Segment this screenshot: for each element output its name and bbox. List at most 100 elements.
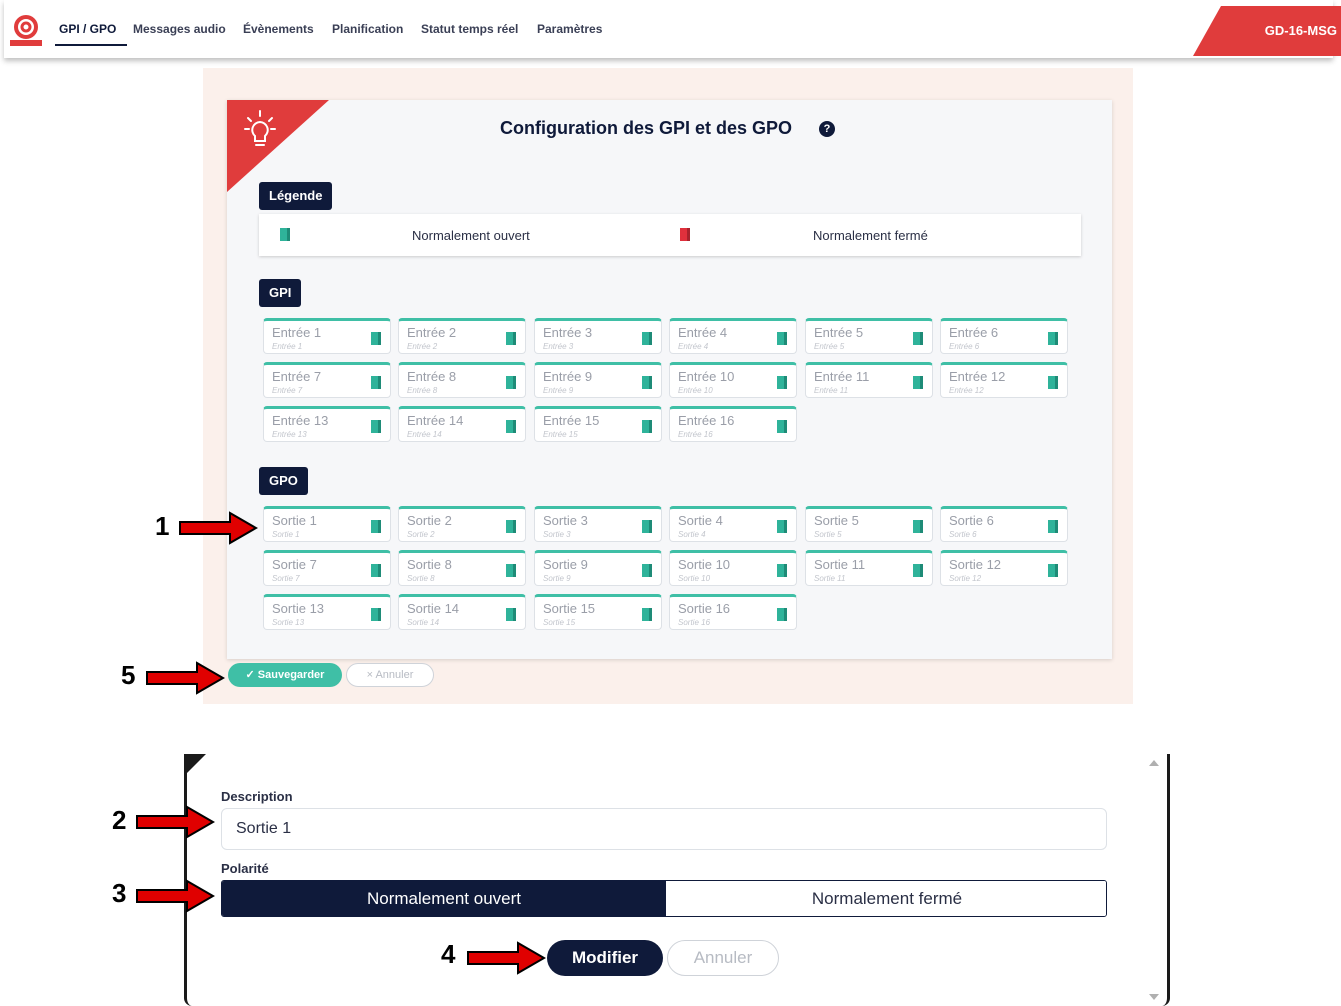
door-open-icon xyxy=(777,420,787,433)
gpo-tile[interactable]: Sortie 5 Sortie 5 xyxy=(805,506,933,542)
scroll-up-icon[interactable] xyxy=(1149,760,1159,766)
gpo-tile[interactable]: Sortie 14 Sortie 14 xyxy=(398,594,526,630)
door-open-icon xyxy=(506,564,516,577)
gpi-tile[interactable]: Entrée 5 Entrée 5 xyxy=(805,318,933,354)
gpi-tile[interactable]: Entrée 8 Entrée 8 xyxy=(398,362,526,398)
door-open-icon xyxy=(777,608,787,621)
nav-parametres[interactable]: Paramètres xyxy=(537,22,602,36)
gpi-tile-description: Entrée 5 xyxy=(814,342,845,351)
help-icon[interactable]: ? xyxy=(819,121,835,137)
door-open-icon xyxy=(371,520,381,533)
gpo-tile[interactable]: Sortie 12 Sortie 12 xyxy=(940,550,1068,586)
gpi-tile-description: Entrée 8 xyxy=(407,386,438,395)
modify-button[interactable]: Modifier xyxy=(547,940,663,976)
gpo-tile[interactable]: Sortie 2 Sortie 2 xyxy=(398,506,526,542)
gpo-tile-description: Sortie 11 xyxy=(814,574,846,583)
gpi-tile[interactable]: Entrée 11 Entrée 11 xyxy=(805,362,933,398)
door-open-icon xyxy=(777,376,787,389)
gpo-tile[interactable]: Sortie 15 Sortie 15 xyxy=(534,594,662,630)
annotation-arrow-4 xyxy=(467,941,546,975)
gpo-tile-description: Sortie 8 xyxy=(407,574,435,583)
door-open-icon xyxy=(1048,332,1058,345)
polarity-open-option[interactable]: Normalement ouvert xyxy=(222,881,666,916)
gpo-tile[interactable]: Sortie 13 Sortie 13 xyxy=(263,594,391,630)
gpi-tile[interactable]: Entrée 1 Entrée 1 xyxy=(263,318,391,354)
gpo-tile[interactable]: Sortie 10 Sortie 10 xyxy=(669,550,797,586)
gpo-tile[interactable]: Sortie 4 Sortie 4 xyxy=(669,506,797,542)
gpo-tile-description: Sortie 7 xyxy=(272,574,300,583)
gpi-tile[interactable]: Entrée 13 Entrée 13 xyxy=(263,406,391,442)
gpo-tile-name: Sortie 9 xyxy=(543,557,588,572)
gpo-tile[interactable]: Sortie 16 Sortie 16 xyxy=(669,594,797,630)
gpi-tile-name: Entrée 9 xyxy=(543,369,593,384)
gpi-tile-description: Entrée 6 xyxy=(949,342,980,351)
nav-statut-temps-reel[interactable]: Statut temps réel xyxy=(421,22,518,36)
door-open-icon xyxy=(642,608,652,621)
gpi-tile[interactable]: Entrée 3 Entrée 3 xyxy=(534,318,662,354)
cancel-button[interactable]: × Annuler xyxy=(346,663,434,687)
gpo-tile-name: Sortie 11 xyxy=(814,557,866,572)
gpo-tile-name: Sortie 7 xyxy=(272,557,317,572)
door-open-icon xyxy=(642,564,652,577)
door-open-icon xyxy=(642,332,652,345)
gpo-tile-name: Sortie 12 xyxy=(949,557,1002,572)
door-open-icon xyxy=(777,520,787,533)
gpi-tile[interactable]: Entrée 16 Entrée 16 xyxy=(669,406,797,442)
annotation-arrow-3 xyxy=(136,879,215,913)
gpi-tile[interactable]: Entrée 2 Entrée 2 xyxy=(398,318,526,354)
door-open-icon xyxy=(913,332,923,345)
door-open-icon xyxy=(1048,564,1058,577)
door-closed-icon xyxy=(680,228,690,241)
annotation-number-5: 5 xyxy=(121,660,136,690)
door-open-icon xyxy=(777,564,787,577)
gpi-tile[interactable]: Entrée 14 Entrée 14 xyxy=(398,406,526,442)
gpo-tile[interactable]: Sortie 3 Sortie 3 xyxy=(534,506,662,542)
form-cancel-button[interactable]: Annuler xyxy=(667,940,779,976)
gpo-tile-name: Sortie 1 xyxy=(272,513,317,528)
door-open-icon xyxy=(642,520,652,533)
gpo-tile-description: Sortie 1 xyxy=(272,530,300,539)
gpi-tile-name: Entrée 7 xyxy=(272,369,322,384)
gpo-tile[interactable]: Sortie 7 Sortie 7 xyxy=(263,550,391,586)
gpi-tile-name: Entrée 8 xyxy=(407,369,457,384)
gpo-tile-description: Sortie 9 xyxy=(543,574,571,583)
description-input[interactable] xyxy=(221,808,1107,850)
annotation-number-1: 1 xyxy=(155,511,170,541)
gpi-tile[interactable]: Entrée 9 Entrée 9 xyxy=(534,362,662,398)
nav-messages-audio[interactable]: Messages audio xyxy=(133,22,226,36)
annotation-arrow-5 xyxy=(146,661,225,695)
gpi-tile[interactable]: Entrée 15 Entrée 15 xyxy=(534,406,662,442)
scroll-down-icon[interactable] xyxy=(1149,994,1159,1000)
nav-gpi-gpo[interactable]: GPI / GPO xyxy=(59,22,116,36)
gpi-tile[interactable]: Entrée 4 Entrée 4 xyxy=(669,318,797,354)
gpi-tile-description: Entrée 7 xyxy=(272,386,303,395)
gpo-tile[interactable]: Sortie 11 Sortie 11 xyxy=(805,550,933,586)
door-open-icon xyxy=(913,520,923,533)
gpi-tile[interactable]: Entrée 7 Entrée 7 xyxy=(263,362,391,398)
gpi-tile[interactable]: Entrée 10 Entrée 10 xyxy=(669,362,797,398)
gpi-tile[interactable]: Entrée 12 Entrée 12 xyxy=(940,362,1068,398)
gpo-tile[interactable]: Sortie 6 Sortie 6 xyxy=(940,506,1068,542)
save-button[interactable]: ✓ Sauvegarder xyxy=(228,663,342,687)
gpi-tile-name: Entrée 2 xyxy=(407,325,457,340)
nav-evenements[interactable]: Évènements xyxy=(243,22,314,36)
gpo-tile[interactable]: Sortie 9 Sortie 9 xyxy=(534,550,662,586)
gpi-tile-description: Entrée 10 xyxy=(678,386,713,395)
logo-icon[interactable] xyxy=(10,14,42,46)
polarity-toggle: Normalement ouvert Normalement fermé xyxy=(221,880,1107,917)
gpi-tile-name: Entrée 11 xyxy=(814,369,870,384)
nav-planification[interactable]: Planification xyxy=(332,22,403,36)
gpi-tile-name: Entrée 15 xyxy=(543,413,600,428)
polarity-closed-option[interactable]: Normalement fermé xyxy=(666,881,1106,916)
gpo-tile-name: Sortie 10 xyxy=(678,557,731,572)
gpo-title: GPO xyxy=(259,467,308,495)
gpo-tile[interactable]: Sortie 8 Sortie 8 xyxy=(398,550,526,586)
gpi-tile[interactable]: Entrée 6 Entrée 6 xyxy=(940,318,1068,354)
gpo-tile[interactable]: Sortie 1 Sortie 1 xyxy=(263,506,391,542)
annotation-arrow-1 xyxy=(179,511,258,545)
gpo-tile-name: Sortie 4 xyxy=(678,513,723,528)
gpo-tile-description: Sortie 15 xyxy=(543,618,576,627)
gpi-tile-description: Entrée 16 xyxy=(678,430,713,439)
gpo-tile-name: Sortie 16 xyxy=(678,601,731,616)
gpo-tile-description: Sortie 3 xyxy=(543,530,571,539)
